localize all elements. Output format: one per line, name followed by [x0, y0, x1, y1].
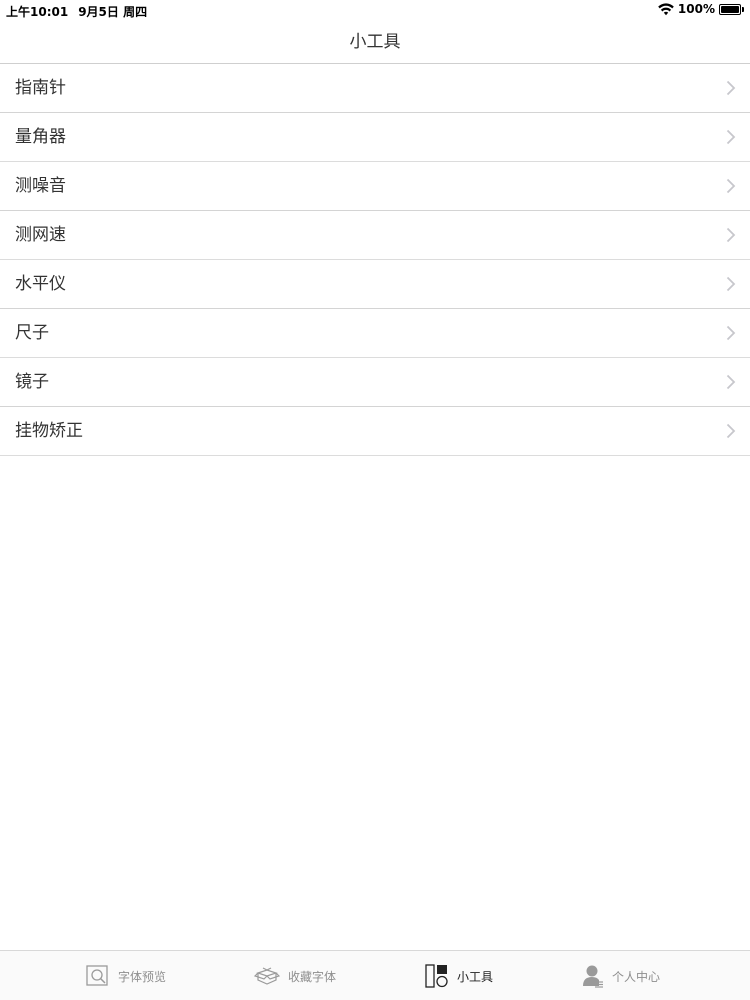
person-icon — [583, 965, 603, 988]
list-item-label: 测噪音 — [15, 176, 66, 196]
list-item-label: 镜子 — [15, 372, 49, 392]
battery-percent: 100% — [677, 2, 715, 16]
open-box-icon — [254, 967, 280, 985]
chevron-right-icon — [726, 227, 736, 243]
tab-label: 个人中心 — [612, 969, 661, 984]
search-document-icon — [86, 965, 108, 986]
chevron-right-icon — [726, 80, 736, 96]
tools-list: 指南针 量角器 测噪音 测网速 水平仪 尺子 镜子 挂物矫正 — [0, 64, 750, 456]
list-item-protractor[interactable]: 量角器 — [0, 113, 750, 162]
list-item-ruler[interactable]: 尺子 — [0, 309, 750, 358]
list-item-label: 挂物矫正 — [15, 421, 83, 441]
status-indicators: 100% — [658, 2, 744, 16]
chevron-right-icon — [726, 423, 736, 439]
tab-label: 字体预览 — [118, 969, 167, 984]
tab-label: 小工具 — [457, 969, 494, 984]
chevron-right-icon — [726, 374, 736, 390]
tab-profile[interactable]: 个人中心 — [582, 951, 660, 1000]
list-item-label: 量角器 — [15, 127, 66, 147]
list-item-mirror[interactable]: 镜子 — [0, 358, 750, 407]
list-item-label: 尺子 — [15, 323, 49, 343]
tab-label: 收藏字体 — [288, 969, 337, 984]
list-item-noise-meter[interactable]: 测噪音 — [0, 162, 750, 211]
navigation-bar: 小工具 — [0, 20, 750, 64]
status-date: 9月5日 周四 — [78, 5, 148, 19]
status-time-date: 上午10:01 9月5日 周四 — [6, 3, 147, 20]
list-item-label: 测网速 — [15, 225, 66, 245]
list-item-speed-test[interactable]: 测网速 — [0, 211, 750, 260]
tab-bar: 字体预览 收藏字体 小工具 个人中心 — [0, 950, 750, 1000]
chevron-right-icon — [726, 129, 736, 145]
list-item-label: 水平仪 — [15, 274, 66, 294]
list-item-compass[interactable]: 指南针 — [0, 64, 750, 113]
status-bar: 上午10:01 9月5日 周四 100% — [0, 0, 750, 20]
list-item-hanging-alignment[interactable]: 挂物矫正 — [0, 407, 750, 456]
battery-icon — [719, 3, 744, 15]
page-title: 小工具 — [349, 32, 401, 52]
list-item-label: 指南针 — [15, 78, 66, 98]
tab-tools[interactable]: 小工具 — [425, 951, 493, 1000]
screen: 上午10:01 9月5日 周四 100% 小工具 指南针 量角器 测噪音 测网速… — [0, 0, 750, 1000]
status-time: 上午10:01 — [6, 5, 69, 19]
tools-icon — [425, 964, 448, 988]
wifi-icon — [658, 2, 674, 16]
tab-font-preview[interactable]: 字体预览 — [86, 951, 166, 1000]
chevron-right-icon — [726, 325, 736, 341]
list-item-level[interactable]: 水平仪 — [0, 260, 750, 309]
tab-favorite-fonts[interactable]: 收藏字体 — [254, 951, 336, 1000]
chevron-right-icon — [726, 178, 736, 194]
chevron-right-icon — [726, 276, 736, 292]
